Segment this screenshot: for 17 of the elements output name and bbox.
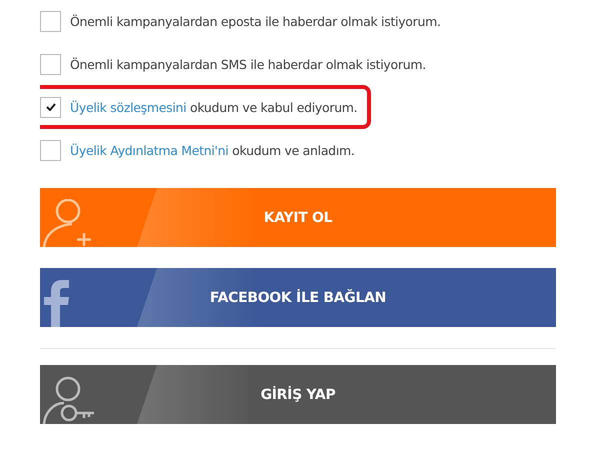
user-key-icon (42, 376, 96, 424)
facebook-button[interactable]: FACEBOOK İLE BAĞLAN (40, 268, 556, 327)
check-icon (46, 103, 56, 111)
checkbox[interactable] (40, 10, 61, 32)
agreement-link[interactable]: Üyelik sözleşmesini (70, 100, 186, 114)
facebook-icon (42, 279, 70, 327)
user-add-icon (42, 199, 92, 247)
register-button[interactable]: KAYIT OL (40, 188, 556, 247)
checkbox[interactable] (40, 54, 61, 74)
checkbox[interactable] (40, 140, 61, 160)
consent-label: Önemli kampanyalardan eposta ile haberdar olmak istiyorum. (70, 14, 441, 28)
checkbox[interactable] (40, 96, 61, 118)
login-button[interactable]: GİRİŞ YAP (40, 365, 556, 424)
consent-label: Önemli kampanyalardan SMS ile haberdar olmak istiyorum. (70, 56, 426, 72)
consent-label: Üyelik sözleşmesini okudum ve kabul ediyorum. (70, 100, 358, 114)
agreement-link[interactable]: Üyelik Aydınlatma Metni'ni (70, 142, 228, 158)
consent-label: Üyelik Aydınlatma Metni'ni okudum ve anladım. (70, 142, 355, 158)
